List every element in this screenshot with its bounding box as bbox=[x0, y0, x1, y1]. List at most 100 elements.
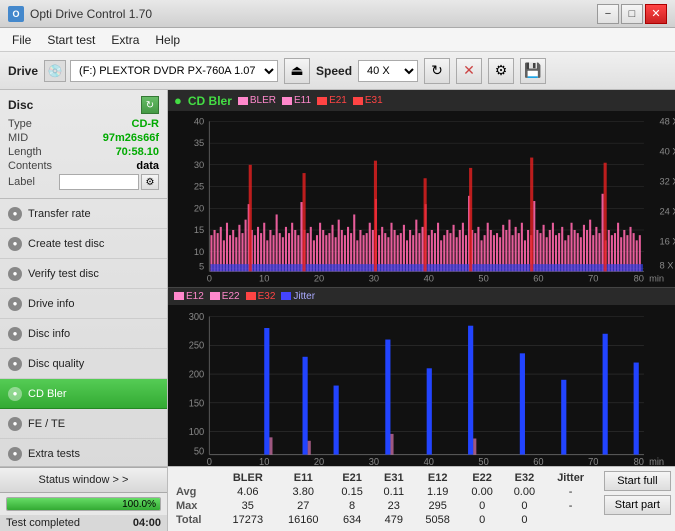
sidebar-item-fe-te[interactable]: ● FE / TE bbox=[0, 409, 167, 439]
row-avg-label: Avg bbox=[172, 485, 220, 499]
progress-track: 100.0% bbox=[6, 497, 161, 511]
sidebar-item-verify-test-disc[interactable]: ● Verify test disc bbox=[0, 259, 167, 289]
speed-select[interactable]: 40 X bbox=[358, 60, 418, 82]
legend-jitter: Jitter bbox=[281, 291, 315, 302]
col-header-e31: E31 bbox=[373, 471, 414, 485]
legend-bler-label: BLER bbox=[250, 95, 276, 106]
legend-e21-dot bbox=[317, 97, 327, 105]
svg-text:300: 300 bbox=[189, 311, 205, 323]
sidebar-item-disc-quality[interactable]: ● Disc quality bbox=[0, 349, 167, 379]
label-label: Label bbox=[8, 176, 35, 188]
transfer-rate-label: Transfer rate bbox=[28, 208, 91, 220]
content-area: ● CD Bler BLER E11 E21 E31 bbox=[168, 90, 675, 531]
avg-e12: 1.19 bbox=[414, 485, 461, 499]
svg-text:30: 30 bbox=[369, 456, 380, 466]
svg-text:70: 70 bbox=[588, 456, 599, 466]
svg-text:50: 50 bbox=[478, 274, 488, 284]
sidebar-item-create-test-disc[interactable]: ● Create test disc bbox=[0, 229, 167, 259]
svg-text:40: 40 bbox=[424, 274, 434, 284]
legend-e11-label: E11 bbox=[294, 95, 311, 106]
minimize-button[interactable]: − bbox=[597, 4, 619, 24]
chart1-svg: 40 35 30 25 20 15 10 5 0 10 20 30 40 50 … bbox=[168, 111, 675, 287]
col-header-e21: E21 bbox=[331, 471, 373, 485]
legend-e32-label: E32 bbox=[258, 291, 276, 302]
total-bler: 17273 bbox=[220, 513, 275, 527]
svg-text:40 X: 40 X bbox=[659, 146, 675, 156]
type-label: Type bbox=[8, 118, 32, 130]
sidebar-item-drive-info[interactable]: ● Drive info bbox=[0, 289, 167, 319]
svg-text:20: 20 bbox=[314, 274, 324, 284]
extra-tests-label: Extra tests bbox=[28, 448, 80, 460]
sidebar-item-disc-info[interactable]: ● Disc info bbox=[0, 319, 167, 349]
max-e32: 0 bbox=[503, 499, 545, 513]
drive-label: Drive bbox=[8, 64, 38, 78]
col-header-jitter: Jitter bbox=[546, 471, 596, 485]
disc-quality-icon: ● bbox=[8, 357, 22, 371]
col-header-bler: BLER bbox=[220, 471, 275, 485]
disc-title: Disc bbox=[8, 98, 33, 112]
chart2-body: 300 250 200 150 100 50 0 10 20 30 40 50 … bbox=[168, 305, 675, 466]
max-e11: 27 bbox=[276, 499, 331, 513]
menu-file[interactable]: File bbox=[4, 31, 39, 49]
chart1-body: 40 35 30 25 20 15 10 5 0 10 20 30 40 50 … bbox=[168, 111, 675, 287]
max-e21: 8 bbox=[331, 499, 373, 513]
legend-jitter-label: Jitter bbox=[293, 291, 315, 302]
app-icon: O bbox=[8, 6, 24, 22]
start-full-button[interactable]: Start full bbox=[604, 471, 671, 491]
row-total-label: Total bbox=[172, 513, 220, 527]
test-completed-label: Test completed bbox=[6, 517, 80, 529]
svg-text:8 X: 8 X bbox=[659, 260, 673, 270]
sidebar-nav: ● Transfer rate ● Create test disc ● Ver… bbox=[0, 199, 167, 466]
sidebar-item-transfer-rate[interactable]: ● Transfer rate bbox=[0, 199, 167, 229]
avg-bler: 4.06 bbox=[220, 485, 275, 499]
close-button[interactable]: ✕ bbox=[645, 4, 667, 24]
eject-button[interactable]: ⏏ bbox=[284, 58, 310, 84]
menu-help[interactable]: Help bbox=[147, 31, 188, 49]
total-e22: 0 bbox=[461, 513, 503, 527]
stats-wrapper: BLER E11 E21 E31 E12 E22 E32 Jitter Avg bbox=[172, 471, 671, 527]
menu-extra[interactable]: Extra bbox=[103, 31, 147, 49]
save-button[interactable]: 💾 bbox=[520, 58, 546, 84]
drive-wrapper: 💿 (F:) PLEXTOR DVDR PX-760A 1.07 bbox=[44, 60, 278, 82]
svg-text:250: 250 bbox=[189, 340, 205, 352]
svg-text:32 X: 32 X bbox=[659, 176, 675, 186]
label-edit-button[interactable]: ⚙ bbox=[141, 174, 159, 190]
avg-e32: 0.00 bbox=[503, 485, 545, 499]
legend-e22: E22 bbox=[210, 291, 240, 302]
svg-text:35: 35 bbox=[194, 138, 204, 148]
disc-info-label: Disc info bbox=[28, 328, 70, 340]
verify-test-disc-label: Verify test disc bbox=[28, 268, 99, 280]
legend-e11: E11 bbox=[282, 95, 311, 106]
drive-select[interactable]: (F:) PLEXTOR DVDR PX-760A 1.07 bbox=[70, 60, 278, 82]
contents-value: data bbox=[136, 160, 159, 172]
sidebar-item-extra-tests[interactable]: ● Extra tests bbox=[0, 439, 167, 466]
col-header-empty bbox=[172, 471, 220, 485]
settings-button[interactable]: ⚙ bbox=[488, 58, 514, 84]
status-window-button[interactable]: Status window > > bbox=[0, 467, 167, 493]
create-test-disc-label: Create test disc bbox=[28, 238, 104, 250]
refresh-button[interactable]: ↻ bbox=[424, 58, 450, 84]
disc-refresh-button[interactable]: ↻ bbox=[141, 96, 159, 114]
svg-text:25: 25 bbox=[194, 182, 204, 192]
length-value: 70:58.10 bbox=[116, 146, 159, 158]
drive-info-label: Drive info bbox=[28, 298, 74, 310]
max-e22: 0 bbox=[461, 499, 503, 513]
svg-text:80: 80 bbox=[634, 456, 645, 466]
legend-e12-label: E12 bbox=[186, 291, 204, 302]
contents-label: Contents bbox=[8, 160, 52, 172]
menu-start-test[interactable]: Start test bbox=[39, 31, 103, 49]
svg-text:30: 30 bbox=[369, 274, 379, 284]
total-e31: 479 bbox=[373, 513, 414, 527]
start-part-button[interactable]: Start part bbox=[604, 495, 671, 515]
svg-text:48 X: 48 X bbox=[659, 116, 675, 126]
svg-text:10: 10 bbox=[259, 456, 270, 466]
app-title: Opti Drive Control 1.70 bbox=[30, 7, 152, 21]
maximize-button[interactable]: □ bbox=[621, 4, 643, 24]
sidebar-item-cd-bler[interactable]: ● CD Bler bbox=[0, 379, 167, 409]
drive-icon: 💿 bbox=[44, 60, 66, 82]
label-input[interactable] bbox=[59, 174, 139, 190]
clear-button[interactable]: ✕ bbox=[456, 58, 482, 84]
svg-text:10: 10 bbox=[194, 247, 204, 257]
disc-info-icon: ● bbox=[8, 327, 22, 341]
avg-e11: 3.80 bbox=[276, 485, 331, 499]
